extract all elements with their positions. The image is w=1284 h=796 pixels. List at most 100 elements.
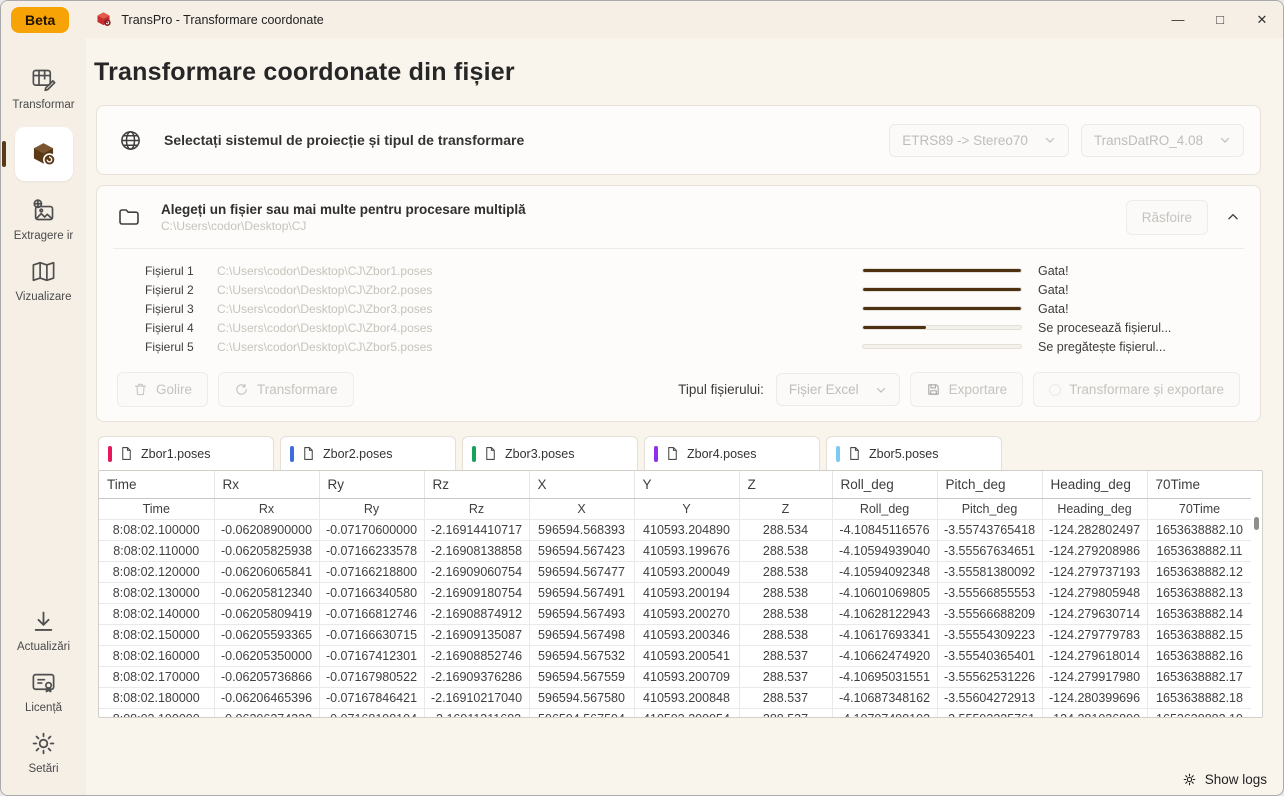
active-indicator <box>2 141 6 167</box>
file-type-dropdown[interactable]: Fișier Excel <box>776 373 900 406</box>
system-dropdown[interactable]: ETRS89 -> Stereo70 <box>889 124 1069 157</box>
sidebar-item-licenta[interactable]: Licență <box>8 669 80 714</box>
sidebar-item-transformare[interactable]: Transformar <box>8 66 80 111</box>
table-cell: 596594.567580 <box>529 687 634 708</box>
file-icon <box>847 446 862 461</box>
minimize-button[interactable]: — <box>1157 1 1199 38</box>
column-header: Z <box>739 471 832 498</box>
tab-color-bar <box>108 446 112 462</box>
file-path: C:\Users\codor\Desktop\CJ\Zbor2.poses <box>217 283 862 297</box>
table-cell: Y <box>634 498 739 519</box>
chevron-up-icon <box>1226 210 1240 224</box>
table-cell: -0.07166233578 <box>319 540 424 561</box>
app-window: Beta TransPro - Transformare coordonate … <box>0 0 1284 796</box>
tab-zbor2-poses[interactable]: Zbor2.poses <box>280 436 456 470</box>
close-button[interactable]: ✕ <box>1241 1 1283 38</box>
file-row: Fișierul 3C:\Users\codor\Desktop\CJ\Zbor… <box>145 299 1238 318</box>
table-cell: 596594.567532 <box>529 645 634 666</box>
progress-fill <box>863 288 1021 291</box>
table-cell: -3.55604272913 <box>937 687 1042 708</box>
sidebar-item-setari[interactable]: Setări <box>8 730 80 775</box>
table-cell: 1653638882.16 <box>1147 645 1252 666</box>
file-status: Se pregătește fișierul... <box>1038 340 1238 354</box>
table-cell: -0.07166340580 <box>319 582 424 603</box>
tab-label: Zbor5.poses <box>869 447 938 461</box>
scrollbar[interactable] <box>1251 471 1262 717</box>
table-cell: -2.16908852746 <box>424 645 529 666</box>
tab-zbor5-poses[interactable]: Zbor5.poses <box>826 436 1002 470</box>
file-type-label: Tipul fișierului: <box>678 382 764 397</box>
transform-export-button[interactable]: Transformare și exportare <box>1033 372 1240 407</box>
globe-image-icon <box>30 197 57 224</box>
file-row: Fișierul 4C:\Users\codor\Desktop\CJ\Zbor… <box>145 318 1238 337</box>
table-cell: -3.55566855553 <box>937 582 1042 603</box>
tab-zbor3-poses[interactable]: Zbor3.poses <box>462 436 638 470</box>
export-button[interactable]: Exportare <box>910 372 1024 407</box>
table-cell: 410593.200194 <box>634 582 739 603</box>
table-row: 8:08:02.120000-0.06206065841-0.071662188… <box>99 561 1252 582</box>
tab-color-bar <box>472 446 476 462</box>
file-path: C:\Users\codor\Desktop\CJ\Zbor5.poses <box>217 340 862 354</box>
table-cell: -0.06205812340 <box>214 582 319 603</box>
file-path: C:\Users\codor\Desktop\CJ\Zbor4.poses <box>217 321 862 335</box>
tab-zbor4-poses[interactable]: Zbor4.poses <box>644 436 820 470</box>
column-header: Rx <box>214 471 319 498</box>
table-cell: -0.07166812746 <box>319 603 424 624</box>
table-cell: 288.537 <box>739 687 832 708</box>
show-logs-button[interactable]: Show logs <box>1182 772 1267 787</box>
table-cell: -0.06206065841 <box>214 561 319 582</box>
table-cell: -0.06205350000 <box>214 645 319 666</box>
table-cell: -3.55593325761 <box>937 708 1042 718</box>
titlebar: Beta TransPro - Transformare coordonate … <box>1 1 1283 38</box>
browse-button[interactable]: Răsfoire <box>1126 200 1208 235</box>
folder-icon <box>117 205 141 229</box>
file-status: Gata! <box>1038 283 1238 297</box>
table-cell: Z <box>739 498 832 519</box>
table-cell: X <box>529 498 634 519</box>
table-cell: 410593.200346 <box>634 624 739 645</box>
table-cell: -2.16914410717 <box>424 519 529 540</box>
transform-button[interactable]: Transformare <box>218 372 354 407</box>
table-cell: -124.280399696 <box>1042 687 1147 708</box>
table-cell: -2.16909376286 <box>424 666 529 687</box>
table-cell: 8:08:02.140000 <box>99 603 214 624</box>
sidebar-item-transformare-fisier[interactable] <box>8 127 80 181</box>
table-row: 8:08:02.160000-0.06205350000-0.071674123… <box>99 645 1252 666</box>
chevron-down-icon <box>875 384 887 396</box>
table-cell: 8:08:02.110000 <box>99 540 214 561</box>
sidebar-item-extragere-imagini[interactable]: Extragere ir <box>8 197 80 242</box>
column-header: Time <box>99 471 214 498</box>
table-cell: 8:08:02.170000 <box>99 666 214 687</box>
table-cell: -0.07167846421 <box>319 687 424 708</box>
column-header: Ry <box>319 471 424 498</box>
table-cell: 8:08:02.130000 <box>99 582 214 603</box>
file-row: Fișierul 5C:\Users\codor\Desktop\CJ\Zbor… <box>145 337 1238 356</box>
table-edit-icon <box>30 66 57 93</box>
sidebar-item-label: Setări <box>28 763 58 775</box>
sidebar-item-vizualizare[interactable]: Vizualizare <box>8 258 80 303</box>
table-cell: 1653638882.18 <box>1147 687 1252 708</box>
clear-button[interactable]: Golire <box>117 372 208 407</box>
method-dropdown[interactable]: TransDatRO_4.08 <box>1081 124 1244 157</box>
table-cell: 410593.200541 <box>634 645 739 666</box>
table-cell: -4.10628122943 <box>832 603 937 624</box>
table-row: 8:08:02.140000-0.06205809419-0.071668127… <box>99 603 1252 624</box>
table-cell: 1653638882.17 <box>1147 666 1252 687</box>
maximize-button[interactable]: □ <box>1199 1 1241 38</box>
table-cell: -0.07166218800 <box>319 561 424 582</box>
table-cell: -2.16908874912 <box>424 603 529 624</box>
file-path: C:\Users\codor\Desktop\CJ\Zbor1.poses <box>217 264 862 278</box>
table-cell: 8:08:02.150000 <box>99 624 214 645</box>
app-icon <box>95 11 112 28</box>
table-cell: -0.06208900000 <box>214 519 319 540</box>
tab-label: Zbor4.poses <box>687 447 756 461</box>
progress-bar <box>862 325 1022 330</box>
table-cell: -2.16909180754 <box>424 582 529 603</box>
sidebar-item-label: Actualizări <box>17 641 70 653</box>
collapse-button[interactable] <box>1226 210 1240 224</box>
tab-zbor1-poses[interactable]: Zbor1.poses <box>98 436 274 470</box>
table-cell: -124.279805948 <box>1042 582 1147 603</box>
scrollbar-thumb[interactable] <box>1254 517 1259 530</box>
sidebar-item-actualizari[interactable]: Actualizări <box>8 608 80 653</box>
file-label: Fișierul 2 <box>145 283 217 297</box>
